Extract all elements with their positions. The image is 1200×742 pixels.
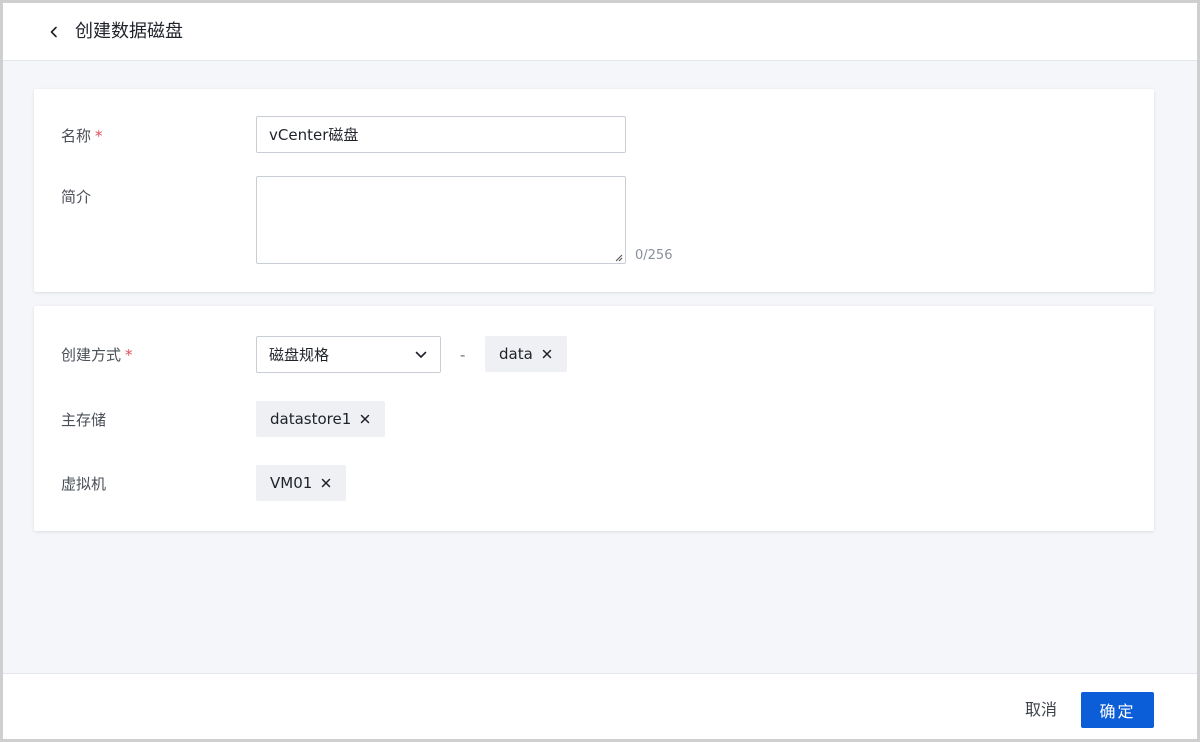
name-label: 名称 * — [61, 126, 103, 146]
cancel-button[interactable]: 取消 — [1025, 692, 1057, 728]
storage-tag: datastore1 — [256, 401, 386, 437]
config-card: 创建方式 * 磁盘规格 - data 主存储 datastore1 虚拟机 VM… — [34, 306, 1154, 531]
required-mark: * — [95, 127, 103, 145]
description-label: 简介 — [61, 188, 92, 206]
name-label-text: 名称 — [61, 127, 92, 145]
basic-info-card: 名称* 简介 0/256 — [34, 89, 1154, 292]
storage-tag-label: datastore1 — [270, 410, 352, 428]
vm-tag: VM01 — [256, 465, 347, 501]
description-textarea[interactable] — [256, 176, 626, 264]
create-method-value: 磁盘规格 — [269, 346, 330, 364]
create-method-select[interactable]: 磁盘规格 — [256, 336, 441, 373]
close-icon[interactable] — [541, 348, 553, 360]
name-input[interactable] — [256, 116, 626, 153]
footer-bar: 取消 确定 — [3, 673, 1197, 739]
vm-tag-label: VM01 — [270, 474, 313, 492]
back-button[interactable] — [43, 21, 65, 43]
create-method-label-text: 创建方式 — [61, 346, 122, 364]
vm-label: 虚拟机 — [61, 475, 107, 493]
spec-tag: data — [485, 336, 567, 372]
spec-tag-label: data — [499, 345, 533, 363]
close-icon[interactable] — [359, 413, 371, 425]
chevron-down-icon — [414, 348, 428, 362]
page-title: 创建数据磁盘 — [75, 21, 183, 42]
required-mark: * — [125, 346, 133, 364]
primary-storage-label: 主存储 — [61, 411, 107, 429]
separator-dash: - — [460, 346, 466, 364]
create-method-label: 创建方式 * — [61, 345, 133, 365]
app-window: 创建数据磁盘 名称* 简介 0/256 创建方式* 磁盘规格 - data — [0, 0, 1200, 742]
description-char-counter: 0/256 — [635, 248, 673, 263]
chevron-left-icon — [50, 26, 57, 38]
resize-grip-icon[interactable] — [613, 252, 623, 262]
close-icon[interactable] — [320, 477, 332, 489]
page-header: 创建数据磁盘 — [3, 3, 1197, 61]
confirm-button[interactable]: 确定 — [1081, 692, 1154, 728]
